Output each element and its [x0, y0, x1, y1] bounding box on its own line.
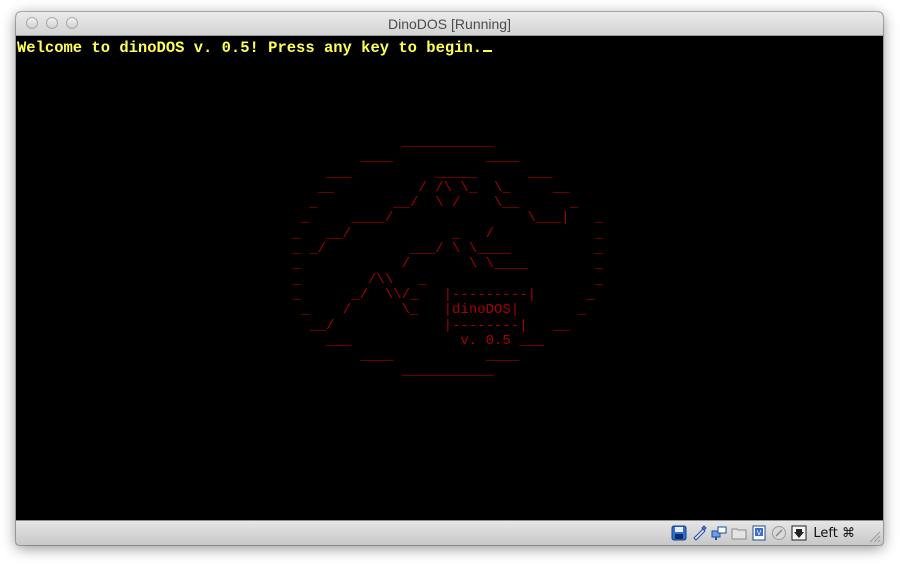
device-indicators: V Left ⌘	[671, 524, 855, 542]
resize-grip-icon[interactable]	[867, 529, 881, 543]
status-bar: V Left ⌘	[16, 520, 883, 545]
capture-icon[interactable]	[771, 525, 787, 541]
title-bar[interactable]: DinoDOS [Running]	[16, 12, 883, 36]
vm-window: DinoDOS [Running] Welcome to dinoDOS v. …	[16, 12, 883, 545]
display-icon[interactable]: V	[751, 525, 767, 541]
text-cursor	[483, 50, 493, 52]
optical-drive-icon[interactable]	[691, 525, 708, 541]
welcome-line: Welcome to dinoDOS v. 0.5! Press any key…	[17, 38, 493, 58]
svg-text:V: V	[757, 530, 762, 537]
host-key-label[interactable]: Left ⌘	[813, 526, 855, 541]
hard-disk-icon[interactable]	[671, 525, 687, 541]
shared-folder-icon[interactable]	[731, 525, 747, 541]
welcome-message: Welcome to dinoDOS v. 0.5! Press any key…	[17, 39, 483, 57]
network-icon[interactable]	[711, 525, 727, 541]
mouse-integration-icon[interactable]	[791, 525, 807, 541]
dinodos-logo-ascii-art: ___________ ____ ____ ___ _____ ___ __ /…	[292, 134, 604, 380]
window-title: DinoDOS [Running]	[388, 16, 511, 32]
vm-console-screen[interactable]: Welcome to dinoDOS v. 0.5! Press any key…	[16, 36, 883, 520]
